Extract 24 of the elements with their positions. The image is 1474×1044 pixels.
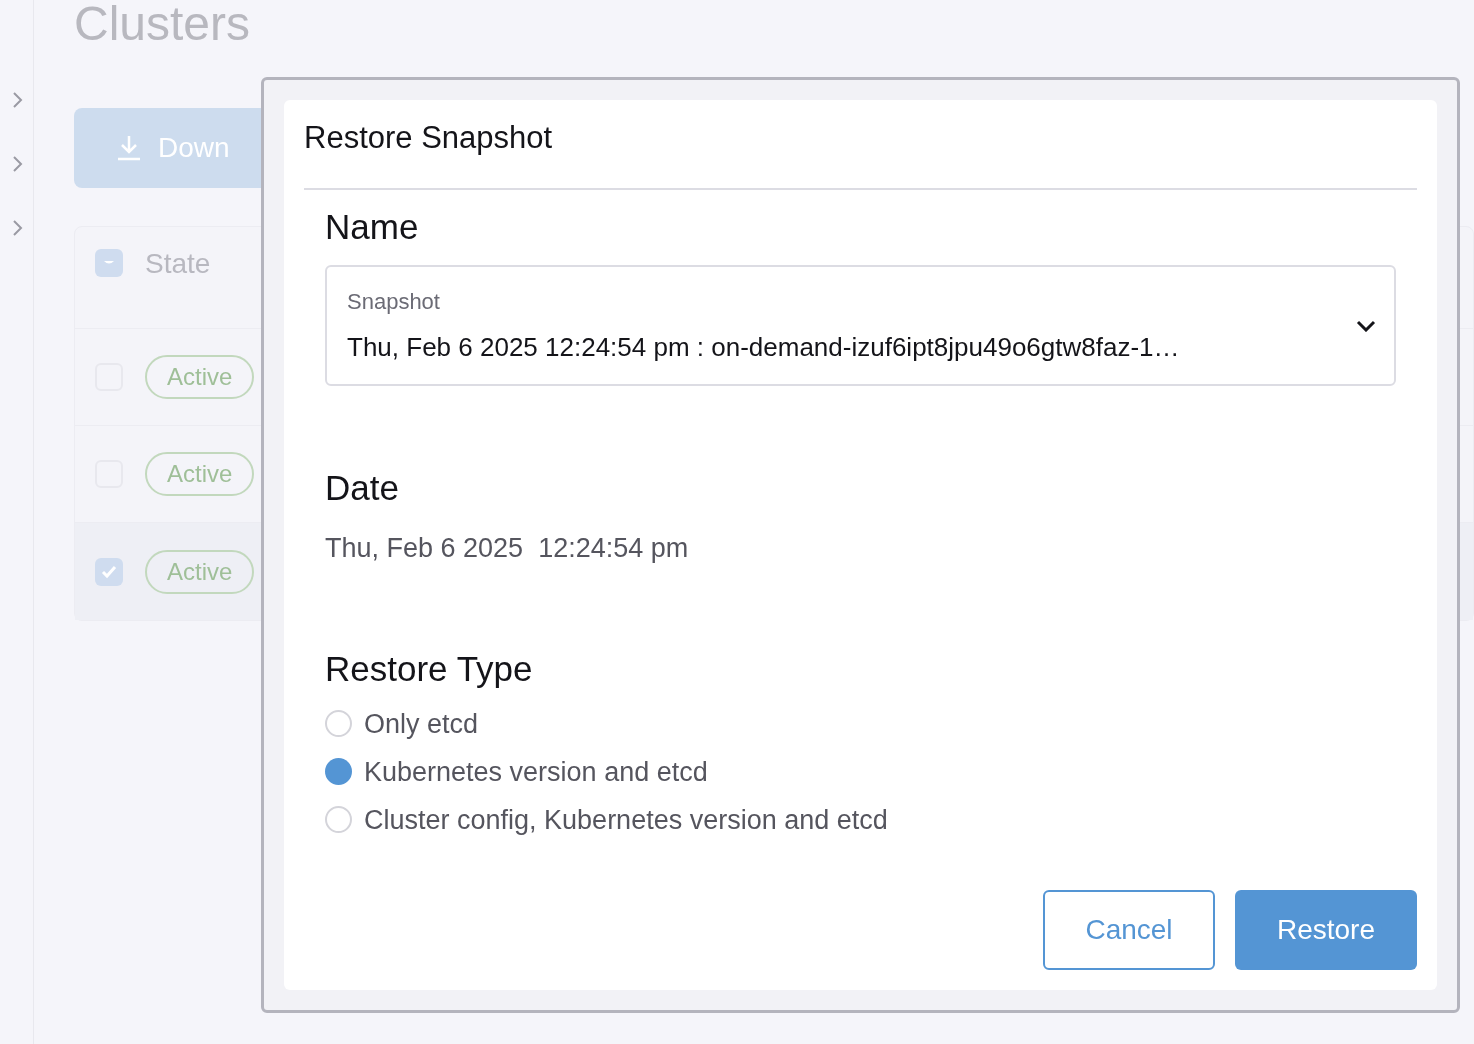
radio-label[interactable]: Only etcd — [364, 706, 479, 741]
dialog-title: Restore Snapshot — [304, 118, 1417, 190]
chevron-down-icon — [1356, 319, 1376, 332]
minus-icon — [103, 260, 115, 266]
radio-label[interactable]: Cluster config, Kubernetes version and etcd — [364, 802, 888, 837]
status-badge: Active — [145, 355, 255, 399]
select-label: Snapshot — [347, 287, 441, 316]
download-icon — [116, 134, 142, 162]
section-heading: Date — [325, 467, 400, 509]
row-checkbox[interactable] — [95, 557, 123, 586]
select-all-checkbox[interactable] — [95, 249, 123, 277]
radio-button[interactable] — [325, 758, 352, 785]
radio-button[interactable] — [325, 710, 352, 737]
page-title: Clusters — [74, 0, 252, 50]
check-icon — [101, 564, 117, 579]
section-heading: Restore Type — [325, 647, 534, 690]
section-heading: Name — [325, 206, 420, 248]
radio-button[interactable] — [325, 806, 352, 833]
status-badge: Active — [145, 452, 255, 496]
radio-label[interactable]: Kubernetes version and etcd — [364, 754, 708, 789]
date-value: Thu, Feb 6 2025 12:24:54 pm — [325, 532, 690, 565]
snapshot-select[interactable]: Snapshot Thu, Feb 6 2025 12:24:54 pm : on-demand-izuf6ipt8jpu49o6gtw8faz-1… — [325, 265, 1396, 386]
status-badge: Active — [145, 549, 255, 594]
select-value: Thu, Feb 6 2025 12:24:54 pm : on-demand-izuf6ipt8jpu49o6gtw8faz-1… — [347, 330, 1181, 364]
